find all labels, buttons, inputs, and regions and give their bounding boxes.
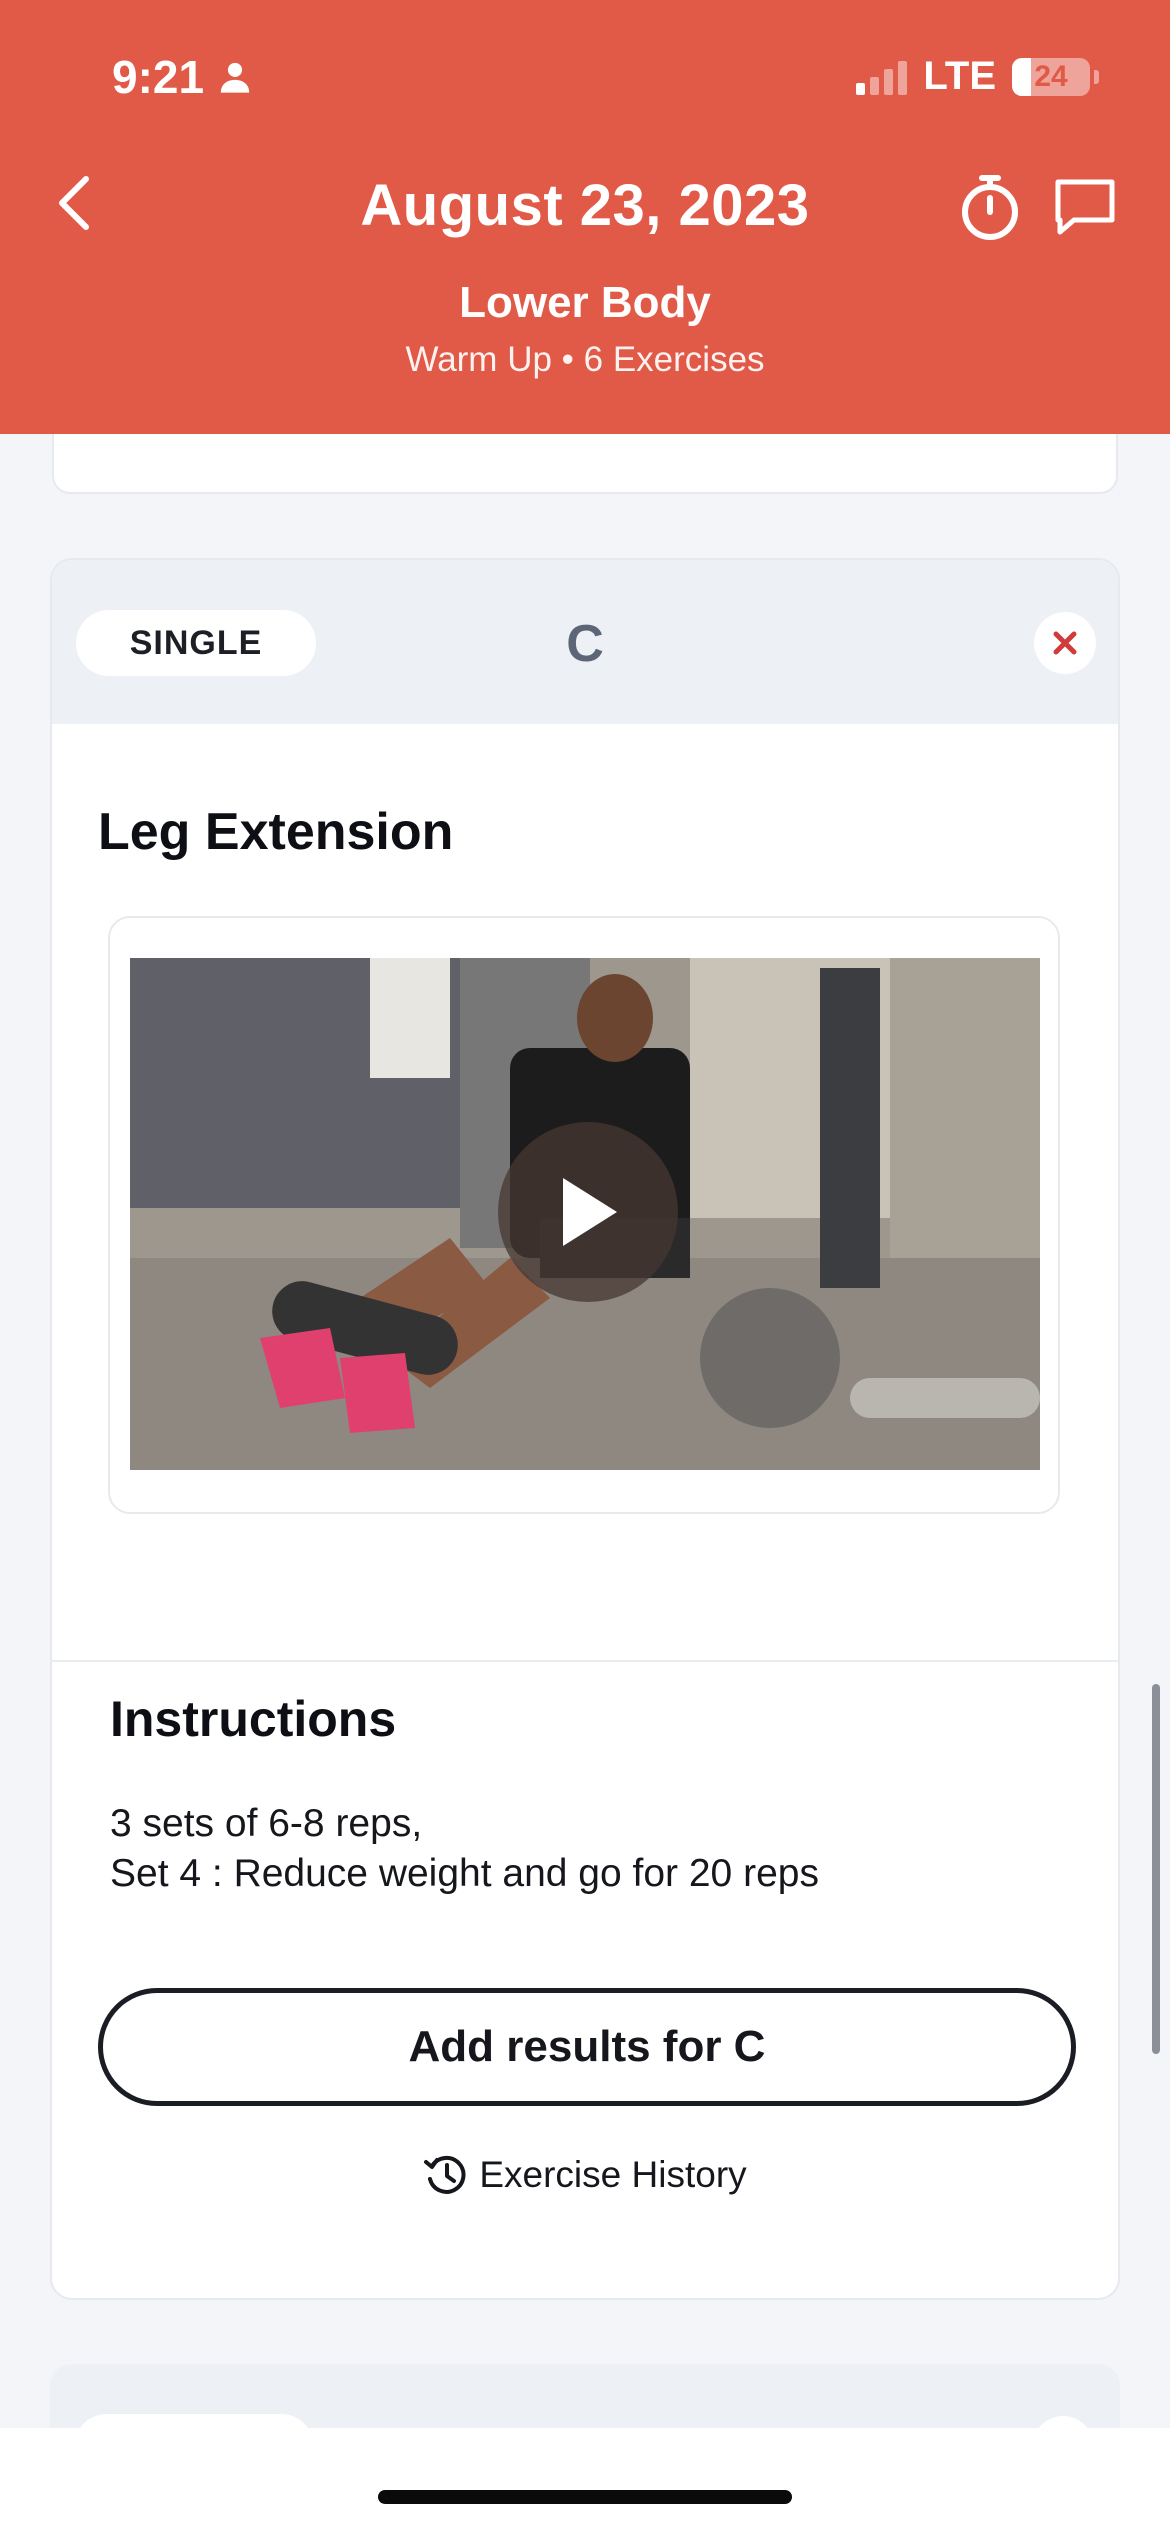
exercise-card-header: SINGLE C (52, 560, 1118, 724)
chat-button[interactable] (1052, 174, 1118, 240)
instruction-line: 3 sets of 6-8 reps, (110, 1802, 423, 1845)
remove-exercise-button[interactable] (1034, 612, 1096, 674)
exercise-video-thumbnail[interactable] (130, 958, 1040, 1470)
history-icon (424, 2155, 466, 2194)
battery-icon: 24 (1012, 57, 1099, 96)
stopwatch-icon (962, 175, 1018, 240)
exercise-group-letter: C (566, 615, 604, 673)
chat-bubble-icon (1055, 179, 1115, 235)
scrollbar[interactable] (1152, 1684, 1160, 2054)
signal-icon (856, 59, 908, 95)
exercise-history-link[interactable]: Exercise History (52, 2152, 1118, 2198)
home-indicator[interactable] (378, 2490, 792, 2504)
play-button[interactable] (498, 1122, 678, 1302)
instruction-line: Set 4 : Reduce weight and go for 20 reps (110, 1852, 819, 1895)
bottom-area (0, 2428, 1170, 2532)
close-icon (1053, 631, 1077, 655)
app-header: 9:21 LTE 24 August 23, 2023 Lower Body W… (0, 0, 1170, 434)
network-type: LTE (923, 54, 996, 98)
video-container (108, 916, 1060, 1514)
instructions-heading: Instructions (110, 1691, 397, 1747)
person-icon (220, 62, 250, 93)
clock: 9:21 (112, 51, 205, 103)
status-time: 9:21 (112, 50, 252, 104)
exercise-name: Leg Extension (98, 803, 454, 861)
workout-name: Lower Body (459, 278, 711, 327)
workout-meta: Warm Up • 6 Exercises (405, 340, 765, 379)
exercise-history-label: Exercise History (479, 2154, 747, 2195)
previous-exercise-card (52, 434, 1118, 494)
status-indicators: LTE 24 (856, 54, 1099, 99)
divider (52, 1660, 1118, 1662)
battery-level: 24 (1034, 59, 1068, 93)
timer-button[interactable] (955, 172, 1025, 242)
add-results-button[interactable]: Add results for C (98, 1988, 1076, 2106)
play-icon (563, 1178, 617, 1246)
exercise-card: SINGLE C Leg Extension Instructions 3 se… (50, 558, 1120, 2300)
